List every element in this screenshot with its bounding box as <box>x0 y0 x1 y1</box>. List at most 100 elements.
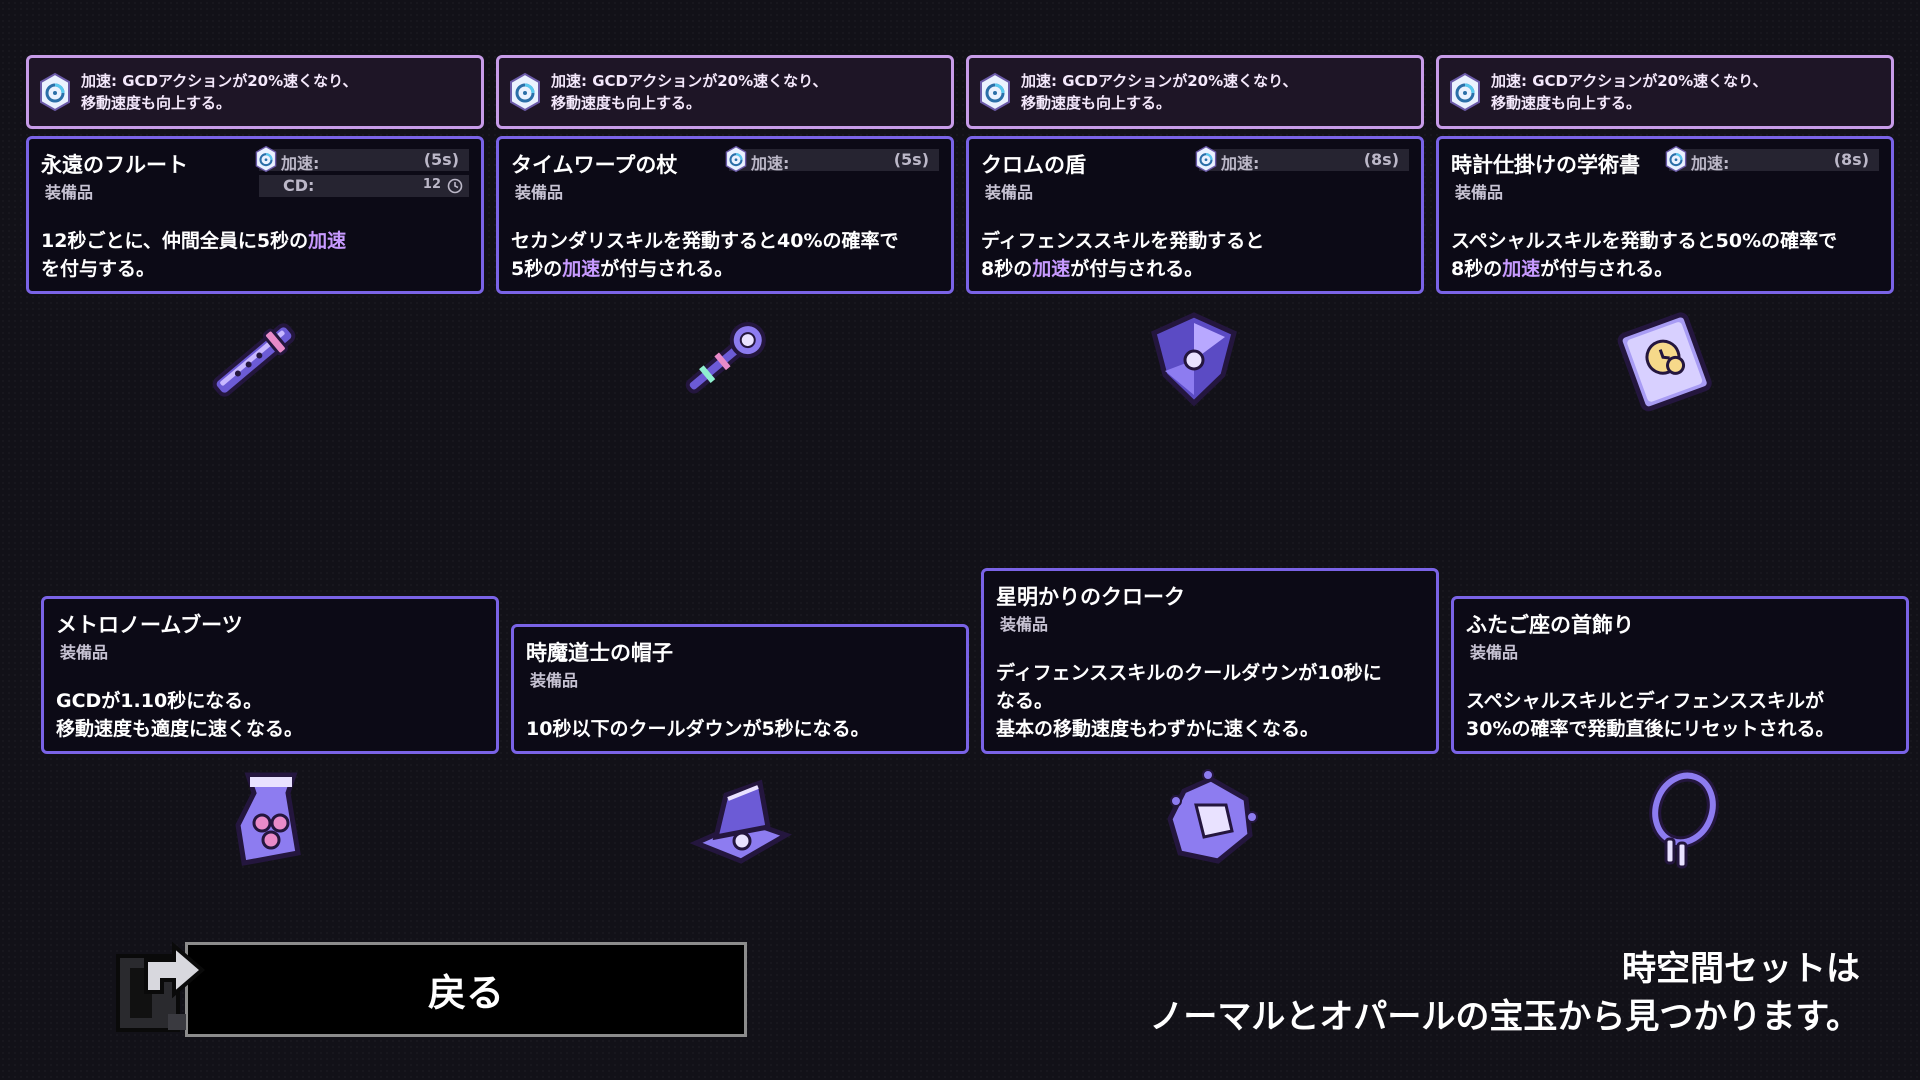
haste-tooltip-line2: 移動速度も向上する。 <box>1491 94 1642 112</box>
haste-tooltip-text: 加速: GCDアクションが20%速くなり、 移動速度も向上する。 <box>81 70 358 114</box>
item-type: 装備品 <box>515 183 564 202</box>
item-description: セカンダリスキルを発動すると40%の確率で 5秒の加速が付与される。 <box>511 227 898 283</box>
haste-stat: 加速: (8s) <box>1199 149 1409 173</box>
item-type: 装備品 <box>1455 183 1504 202</box>
item-name: ふたご座の首飾り <box>1466 613 1634 637</box>
desc-line: 10秒以下のクールダウンが5秒になる。 <box>526 718 870 740</box>
desc-line: 移動速度も適度に速くなる。 <box>56 718 304 740</box>
haste-tooltip-line1: 加速: GCDアクションが20%速くなり、 <box>1021 72 1298 90</box>
item-name: 永遠のフルート <box>41 153 188 177</box>
item-type: 装備品 <box>530 671 579 690</box>
haste-icon <box>1195 145 1217 173</box>
set-source-note-line2: ノーマルとオパールの宝玉から見つかります。 <box>1149 997 1860 1037</box>
cooldown-value: 12 <box>422 177 441 192</box>
item-card-clockwork-tome[interactable]: 時計仕掛けの学術書 装備品 加速: (8s) スペシャルスキルを発動すると50%… <box>1436 136 1894 294</box>
cooldown-stat: CD: 12 <box>259 175 469 197</box>
haste-stat-label: 加速: <box>1221 154 1260 173</box>
item-name: 時計仕掛けの学術書 <box>1451 153 1640 177</box>
desc-line: なる。 <box>996 690 1054 712</box>
item-type: 装備品 <box>1000 615 1049 634</box>
desc-text: が付与される。 <box>600 258 734 280</box>
item-card-starlight-cloak[interactable]: 星明かりのクローク 装備品 ディフェンススキルのクールダウンが10秒に なる。 … <box>981 568 1439 754</box>
boots-icon[interactable] <box>216 765 326 875</box>
desc-line: GCDが1.10秒になる。 <box>56 690 263 712</box>
item-description: スペシャルスキルを発動すると50%の確率で 8秒の加速が付与される。 <box>1451 227 1837 283</box>
item-card-metronome-boots[interactable]: メトロノームブーツ 装備品 GCDが1.10秒になる。 移動速度も適度に速くなる… <box>41 596 499 754</box>
necklace-icon[interactable] <box>1626 765 1736 875</box>
haste-tooltip-text: 加速: GCDアクションが20%速くなり、 移動速度も向上する。 <box>1021 70 1298 114</box>
back-button[interactable]: 戻る <box>185 942 747 1037</box>
haste-icon <box>1665 145 1687 173</box>
desc-text: 8秒の <box>981 258 1033 280</box>
desc-text: セカンダリスキルを発動すると40%の確率で <box>511 230 899 252</box>
haste-keyword: 加速 <box>1502 258 1541 280</box>
desc-text: 12秒ごとに、仲間全員に5秒の <box>41 230 309 252</box>
item-type: 装備品 <box>1470 643 1519 662</box>
tome-icon[interactable] <box>1609 305 1719 415</box>
haste-icon <box>509 72 541 112</box>
haste-icon <box>725 145 747 173</box>
haste-icon <box>979 72 1011 112</box>
haste-tooltip-text: 加速: GCDアクションが20%速くなり、 移動速度も向上する。 <box>551 70 828 114</box>
desc-text: を付与する。 <box>41 258 156 280</box>
haste-keyword: 加速 <box>562 258 601 280</box>
item-name: クロムの盾 <box>981 153 1086 177</box>
desc-text: ディフェンススキルを発動すると <box>981 230 1265 252</box>
desc-line: ディフェンススキルのクールダウンが10秒に <box>996 662 1382 684</box>
haste-stat-value: (8s) <box>1363 150 1399 169</box>
desc-text: が付与される。 <box>1070 258 1204 280</box>
back-arrow-icon <box>116 941 206 1032</box>
back-button-label: 戻る <box>427 971 504 1015</box>
shield-icon[interactable] <box>1139 305 1249 415</box>
haste-stat: 加速: (5s) <box>729 149 939 173</box>
haste-stat-value: (8s) <box>1833 150 1869 169</box>
set-source-note-line1: 時空間セットは <box>1622 949 1860 989</box>
desc-text: 5秒の <box>511 258 563 280</box>
desc-text: が付与される。 <box>1540 258 1674 280</box>
haste-tooltip-3: 加速: GCDアクションが20%速くなり、 移動速度も向上する。 <box>966 55 1424 129</box>
item-card-eternal-flute[interactable]: 永遠のフルート 装備品 加速: (5s) CD: 12 12秒ごとに、仲間全員に… <box>26 136 484 294</box>
set-source-note: 時空間セットは ノーマルとオパールの宝玉から見つかります。 <box>1149 945 1860 1041</box>
desc-line: 基本の移動速度もわずかに速くなる。 <box>996 718 1320 740</box>
item-type: 装備品 <box>60 643 109 662</box>
haste-tooltip-line2: 移動速度も向上する。 <box>1021 94 1172 112</box>
haste-stat-label: 加速: <box>1691 154 1730 173</box>
item-card-chrome-shield[interactable]: クロムの盾 装備品 加速: (8s) ディフェンススキルを発動すると 8秒の加速… <box>966 136 1424 294</box>
staff-icon[interactable] <box>669 305 779 415</box>
item-description: ディフェンススキルを発動すると 8秒の加速が付与される。 <box>981 227 1264 283</box>
desc-text: スペシャルスキルを発動すると50%の確率で <box>1451 230 1838 252</box>
hat-icon[interactable] <box>686 765 796 875</box>
haste-tooltip-4: 加速: GCDアクションが20%速くなり、 移動速度も向上する。 <box>1436 55 1894 129</box>
clock-icon <box>447 178 463 194</box>
item-description: 10秒以下のクールダウンが5秒になる。 <box>526 715 870 743</box>
haste-stat-value: (5s) <box>893 150 929 169</box>
haste-icon <box>1449 72 1481 112</box>
item-card-gemini-necklace[interactable]: ふたご座の首飾り 装備品 スペシャルスキルとディフェンススキルが 30%の確率で… <box>1451 596 1909 754</box>
flute-icon[interactable] <box>199 305 309 415</box>
haste-tooltip-line2: 移動速度も向上する。 <box>81 94 232 112</box>
desc-line: スペシャルスキルとディフェンススキルが <box>1466 690 1824 712</box>
haste-stat-label: 加速: <box>281 154 320 173</box>
haste-stat-value: (5s) <box>423 150 459 169</box>
haste-stat: 加速: (5s) <box>259 149 469 173</box>
haste-keyword: 加速 <box>308 230 347 252</box>
haste-tooltip-1: 加速: GCDアクションが20%速くなり、 移動速度も向上する。 <box>26 55 484 129</box>
cloak-icon[interactable] <box>1156 765 1266 875</box>
item-card-timewarp-staff[interactable]: タイムワープの杖 装備品 加速: (5s) セカンダリスキルを発動すると40%の… <box>496 136 954 294</box>
item-card-chronomancer-hat[interactable]: 時魔道士の帽子 装備品 10秒以下のクールダウンが5秒になる。 <box>511 624 969 754</box>
haste-tooltip-line1: 加速: GCDアクションが20%速くなり、 <box>1491 72 1768 90</box>
item-type: 装備品 <box>985 183 1034 202</box>
haste-tooltip-2: 加速: GCDアクションが20%速くなり、 移動速度も向上する。 <box>496 55 954 129</box>
item-name: 星明かりのクローク <box>996 585 1185 609</box>
item-name: タイムワープの杖 <box>511 153 678 177</box>
haste-icon <box>39 72 71 112</box>
cooldown-label: CD: <box>283 176 315 195</box>
item-description: 12秒ごとに、仲間全員に5秒の加速 を付与する。 <box>41 227 346 283</box>
item-type: 装備品 <box>45 183 94 202</box>
item-name: 時魔道士の帽子 <box>526 641 673 665</box>
haste-tooltip-line1: 加速: GCDアクションが20%速くなり、 <box>551 72 828 90</box>
item-description: ディフェンススキルのクールダウンが10秒に なる。 基本の移動速度もわずかに速く… <box>996 659 1382 743</box>
item-description: GCDが1.10秒になる。 移動速度も適度に速くなる。 <box>56 687 303 743</box>
haste-keyword: 加速 <box>1032 258 1071 280</box>
haste-tooltip-line2: 移動速度も向上する。 <box>551 94 702 112</box>
